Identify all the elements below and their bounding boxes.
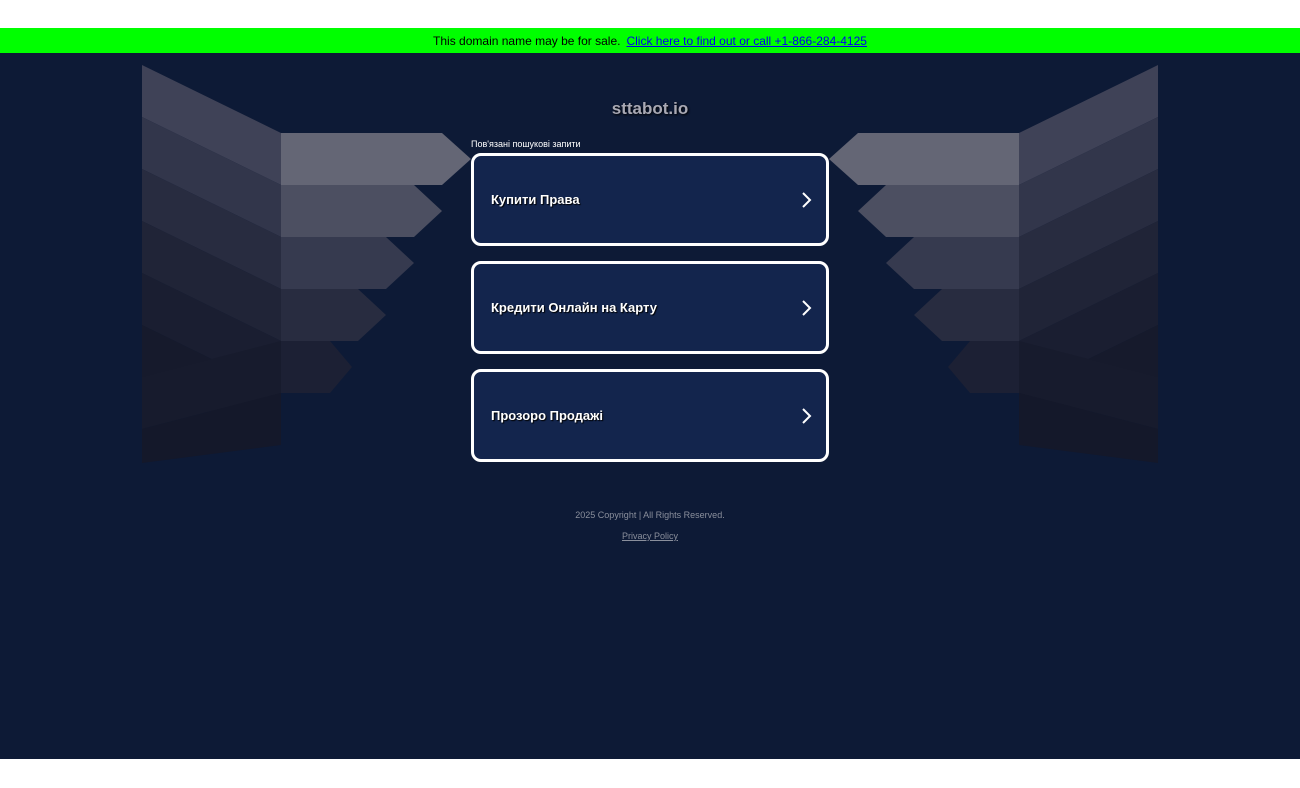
chevron-right-icon: [802, 191, 812, 208]
chevron-right-icon: [802, 407, 812, 424]
domain-sale-banner: This domain name may be for sale. Click …: [0, 28, 1300, 53]
related-search-links: Купити Права Кредити Онлайн на Карту Про…: [471, 153, 829, 477]
related-searches-label: Пов'язані пошукові запити: [471, 139, 581, 149]
related-search-label: Прозоро Продажі: [491, 408, 603, 423]
related-search-link-3[interactable]: Прозоро Продажі: [471, 369, 829, 462]
related-search-link-1[interactable]: Купити Права: [471, 153, 829, 246]
domain-name-title: sttabot.io: [611, 99, 689, 118]
related-search-label: Купити Права: [491, 192, 580, 207]
page-footer: 2025 Copyright | All Rights Reserved. Pr…: [0, 510, 1300, 541]
privacy-policy-link[interactable]: Privacy Policy: [622, 531, 678, 541]
chevron-right-icon: [802, 299, 812, 316]
parked-page-content: sttabot.io Пов'язані пошукові запити Куп…: [0, 53, 1300, 759]
sale-notice-text: This domain name may be for sale.: [433, 33, 621, 48]
page: This domain name may be for sale. Click …: [0, 0, 1300, 788]
related-search-link-2[interactable]: Кредити Онлайн на Карту: [471, 261, 829, 354]
copyright-text: 2025 Copyright | All Rights Reserved.: [575, 510, 725, 520]
related-search-label: Кредити Онлайн на Карту: [491, 300, 657, 315]
sale-inquiry-link[interactable]: Click here to find out or call +1-866-28…: [626, 34, 866, 48]
